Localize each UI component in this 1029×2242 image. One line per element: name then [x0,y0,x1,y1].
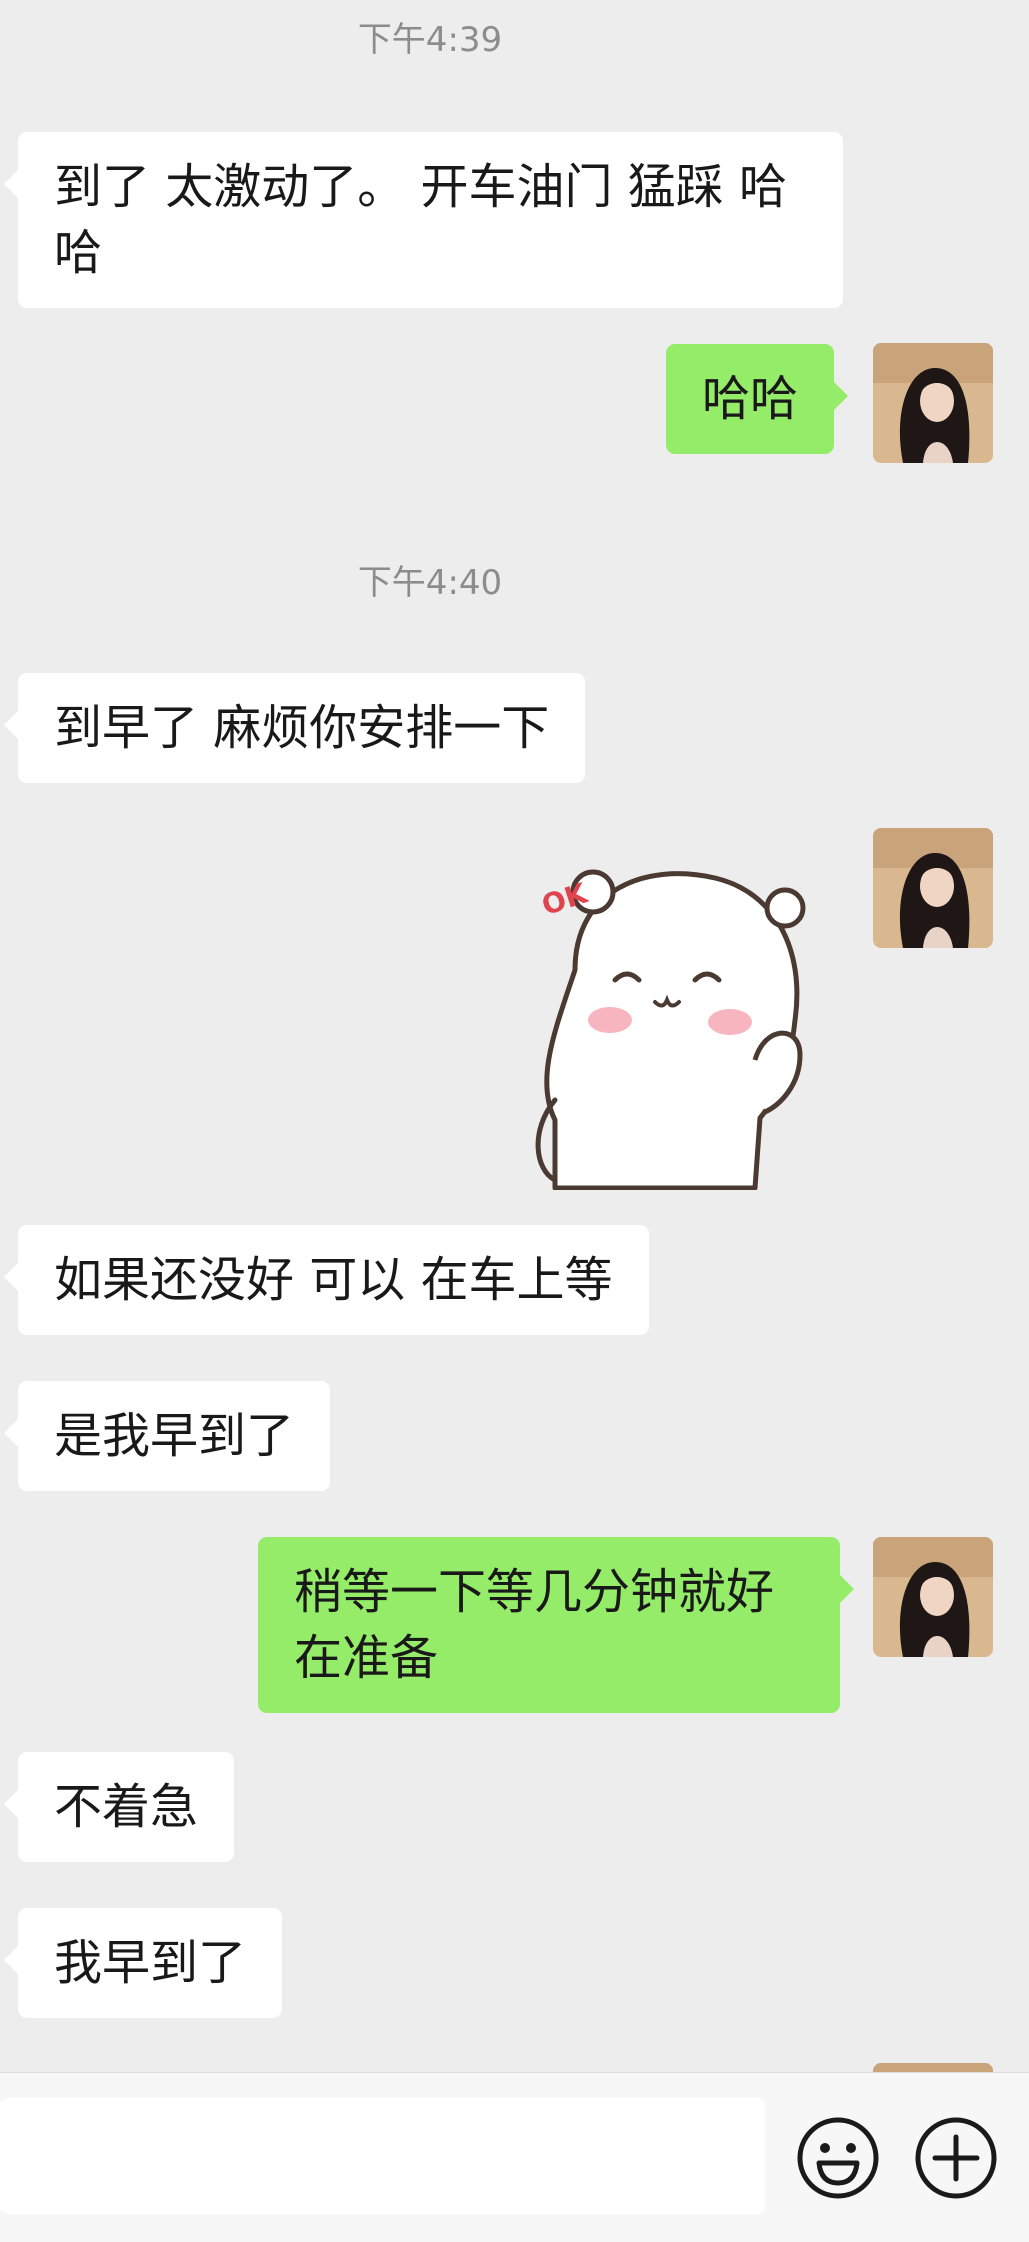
message-bubble-incoming[interactable]: 如果还没好 可以 在车上等 [4,1225,649,1335]
avatar[interactable] [873,1537,993,1657]
input-bar [0,2072,1029,2242]
avatar[interactable] [873,828,993,948]
timestamp: 下午4:39 [357,20,503,60]
message-bubble-incoming[interactable]: 我早到了 [3,1908,283,2018]
timestamp: 下午4:40 [357,563,503,603]
emoji-icon[interactable] [795,2115,881,2201]
message-bubble-incoming[interactable]: 到了 太激动了。 开车油门 猛踩 哈哈 [4,132,843,308]
message-input[interactable] [0,2098,765,2214]
message-bubble-incoming[interactable]: 是我早到了 [3,1381,331,1491]
sticker-bear-ok[interactable]: OK [515,850,825,1191]
message-bubble-incoming[interactable]: 不着急 [3,1752,235,1862]
avatar[interactable] [873,343,993,463]
message-bubble-outgoing[interactable]: 稍等一下等几分钟就好在准备 [258,1537,854,1713]
message-bubble-outgoing[interactable]: 哈哈 [666,344,849,454]
plus-circle-icon[interactable] [913,2115,999,2201]
message-bubble-incoming[interactable]: 到早了 麻烦你安排一下 [3,673,586,783]
